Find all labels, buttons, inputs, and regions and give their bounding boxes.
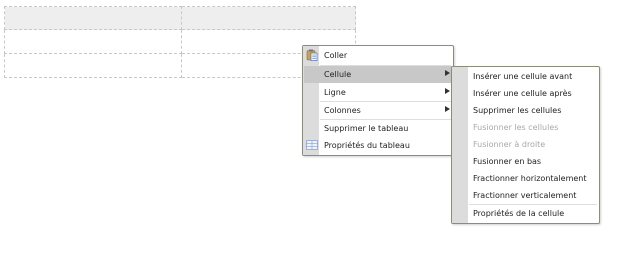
- menu-item-merge-down[interactable]: Fusionner en bas: [453, 153, 598, 170]
- menu-item-label: Coller: [324, 51, 348, 60]
- menu-item-delete-cells[interactable]: Supprimer les cellules: [453, 102, 598, 119]
- menu-item-paste[interactable]: Coller: [304, 47, 452, 64]
- menu-item-label: Fractionner horizontalement: [473, 174, 587, 183]
- paste-icon: [306, 49, 318, 61]
- menu-item-row[interactable]: Ligne: [304, 84, 452, 101]
- menu-item-label: Supprimer le tableau: [324, 124, 409, 133]
- menu-item-label: Fusionner à droite: [473, 140, 546, 149]
- table-cell[interactable]: [4, 53, 182, 78]
- menu-item-columns[interactable]: Colonnes: [304, 102, 452, 119]
- menu-item-split-horizontally[interactable]: Fractionner horizontalement: [453, 170, 598, 187]
- menu-item-label: Colonnes: [324, 106, 361, 115]
- menu-item-label: Insérer une cellule après: [473, 89, 572, 98]
- table-context-menu: Coller Cellule Ligne Colonnes Supprimer …: [302, 45, 454, 156]
- menu-item-label: Fusionner les cellules: [473, 123, 559, 132]
- menu-item-split-vertically[interactable]: Fractionner verticalement: [453, 187, 598, 204]
- menu-item-label: Fusionner en bas: [473, 157, 542, 166]
- submenu-arrow-icon: [445, 70, 450, 76]
- table-row: [4, 6, 356, 30]
- table-cell[interactable]: [4, 6, 182, 30]
- menu-item-label: Propriétés du tableau: [324, 141, 410, 150]
- table-properties-icon: [306, 139, 318, 151]
- menu-item-delete-table[interactable]: Supprimer le tableau: [304, 120, 452, 137]
- menu-item-insert-cell-before[interactable]: Insérer une cellule avant: [453, 68, 598, 85]
- submenu-arrow-icon: [445, 88, 450, 94]
- menu-item-cell-properties[interactable]: Propriétés de la cellule: [453, 205, 598, 222]
- menu-item-merge-cells: Fusionner les cellules: [453, 119, 598, 136]
- table-cell[interactable]: [4, 29, 182, 54]
- menu-item-label: Propriétés de la cellule: [473, 209, 565, 218]
- cell-submenu: Insérer une cellule avant Insérer une ce…: [451, 66, 600, 224]
- menu-item-merge-right: Fusionner à droite: [453, 136, 598, 153]
- table-cell[interactable]: [181, 6, 356, 30]
- menu-item-label: Ligne: [324, 88, 346, 97]
- menu-item-label: Fractionner verticalement: [473, 191, 577, 200]
- menu-item-label: Cellule: [324, 70, 352, 79]
- submenu-arrow-icon: [445, 106, 450, 112]
- menu-item-table-properties[interactable]: Propriétés du tableau: [304, 137, 452, 154]
- menu-item-cell[interactable]: Cellule: [304, 66, 452, 83]
- menu-item-insert-cell-after[interactable]: Insérer une cellule après: [453, 85, 598, 102]
- menu-item-label: Supprimer les cellules: [473, 106, 562, 115]
- menu-item-label: Insérer une cellule avant: [473, 72, 573, 81]
